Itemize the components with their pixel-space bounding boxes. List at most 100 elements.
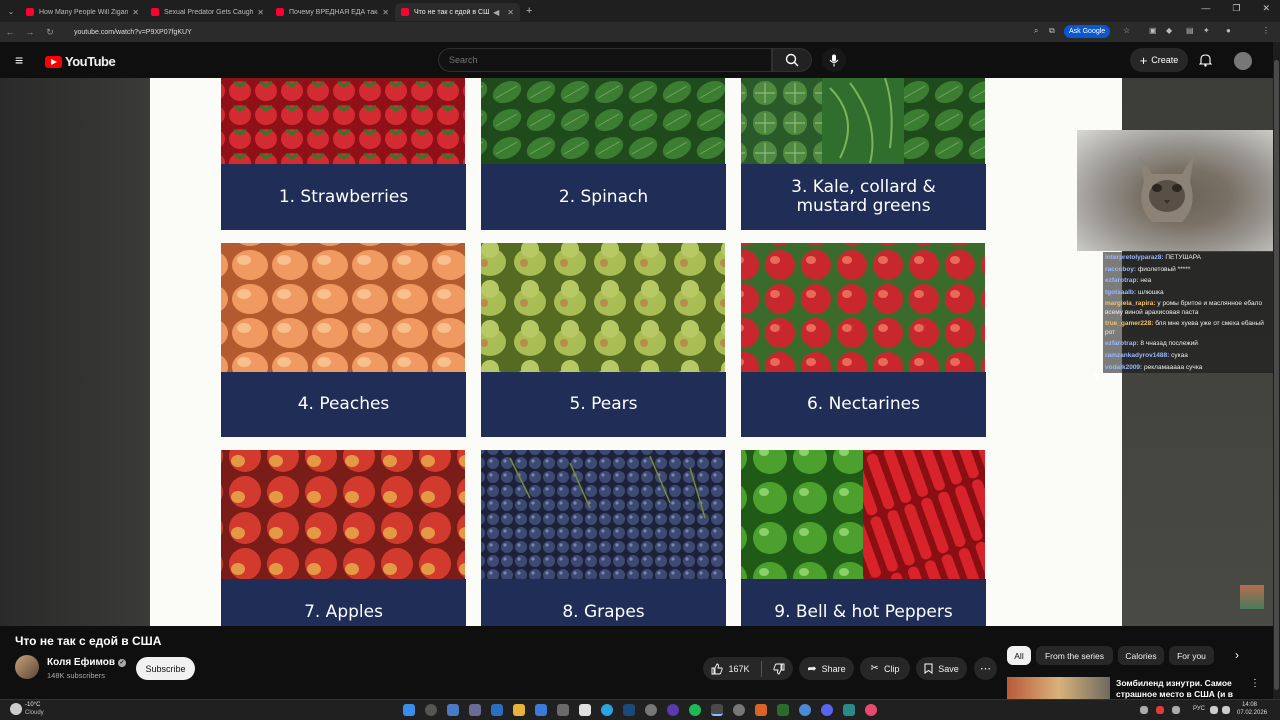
video-player[interactable]: 1. Strawberries 2. Spinach 3. Kale, coll… [0,78,1273,626]
extension-icon[interactable]: ◆ [1166,26,1172,35]
card-label: 9. Bell & hot Peppers [741,579,986,626]
chat-text: неа [1140,277,1152,285]
app-icon[interactable] [557,704,569,716]
app-icon[interactable] [755,704,767,716]
tray-icon[interactable] [1172,706,1180,714]
notifications-bell-icon[interactable] [1198,53,1213,72]
spotify-icon[interactable] [689,704,701,716]
share-button[interactable]: ➦ Share [799,657,854,680]
app-icon[interactable] [777,704,789,716]
channel-name[interactable]: Коля Ефимов [47,657,115,668]
extension-icon[interactable]: ▣ [1149,26,1157,35]
back-icon[interactable]: ← [0,27,20,37]
close-window-icon[interactable]: ✕ [1262,3,1270,14]
related-video-title[interactable]: Зомбиленд изнутри. Самое страшное место … [1116,678,1234,700]
save-button[interactable]: Save [916,657,967,680]
search-button[interactable] [772,48,812,72]
widgets-icon[interactable] [447,704,459,716]
minimize-icon[interactable]: — [1201,3,1210,14]
app-icon[interactable] [491,704,503,716]
subscriber-count: 148K subscribers [47,671,105,680]
tray-icon[interactable] [1156,706,1164,714]
discord-icon[interactable] [821,704,833,716]
save-label: Save [938,663,959,674]
chat-message: ramzankadyrov1488: сукаа [1103,349,1273,362]
voice-search-button[interactable] [822,48,846,72]
app-icon[interactable] [535,704,547,716]
chip-for-you[interactable]: For you [1169,646,1214,665]
profile-icon[interactable]: ● [1226,26,1231,35]
tab-close-icon[interactable]: ✕ [132,8,139,17]
youtube-logo[interactable]: YouTube [45,54,116,69]
chip-from-the-series[interactable]: From the series [1036,646,1113,665]
browser-tab[interactable]: How Many People Will Zigant ✕ [20,3,145,21]
fruit-grid [221,78,985,579]
steam-icon[interactable] [623,704,635,716]
forward-icon[interactable]: → [20,27,40,37]
app-icon[interactable] [645,704,657,716]
browser-tab[interactable]: Почему ВРЕДНАЯ ЕДА такая ✕ [270,3,395,21]
tab-audio-icon[interactable]: ◀ [493,8,499,17]
menu-icon[interactable]: ≡ [15,53,23,67]
kale-image [741,78,985,164]
chat-username: ezfarotrap: [1105,277,1139,285]
clock-date[interactable]: 07.02.2026 [1237,710,1267,716]
extensions-puzzle-icon[interactable]: ✦ [1203,26,1210,35]
volume-icon[interactable] [1222,706,1230,714]
chip-calories[interactable]: Calories [1118,646,1164,665]
browser-menu-icon[interactable]: ⋮ [1262,26,1270,35]
keyboard-language[interactable]: РУС [1193,706,1205,712]
app-icon[interactable] [799,704,811,716]
mini-thumbnail[interactable] [1240,585,1264,609]
related-video-thumbnail[interactable] [1007,677,1110,699]
chrome-icon[interactable] [711,704,723,716]
telegram-icon[interactable] [601,704,613,716]
tab-search-icon[interactable]: ⌄ [2,7,20,16]
tab-close-icon[interactable]: ✕ [382,8,389,17]
chat-username: true_gamer228: [1105,320,1154,328]
zoom-icon[interactable]: ⌕ [1034,26,1038,36]
like-button[interactable]: 167K [711,663,750,675]
file-explorer-icon[interactable] [513,704,525,716]
chip-all[interactable]: All [1007,646,1031,665]
create-button[interactable]: + Create [1130,48,1188,72]
thumbs-down-icon[interactable] [772,663,785,675]
scrollbar-thumb[interactable] [1274,60,1279,690]
maximize-icon[interactable]: ❐ [1232,3,1240,14]
clock-time[interactable]: 14:08 [1242,702,1257,708]
network-icon[interactable] [1210,706,1218,714]
browser-tab-active[interactable]: Что не так с едой в США ◀ ✕ [395,3,520,21]
more-actions-icon[interactable]: ⋯ [974,657,997,680]
app-icon[interactable] [469,704,481,716]
app-icon[interactable] [667,704,679,716]
chevron-right-icon[interactable]: › [1235,648,1239,662]
app-icon[interactable] [733,704,745,716]
clip-button[interactable]: ✂ Clip [860,657,910,680]
calendar-icon[interactable] [579,704,591,716]
app-icon[interactable] [843,704,855,716]
tab-close-icon[interactable]: ✕ [257,8,264,17]
ask-google-button[interactable]: Ask Google [1064,25,1111,38]
url-field[interactable]: youtube.com/watch?v=P9XP07fgKUY [74,29,192,36]
weather-icon[interactable] [10,703,22,715]
search-icon [785,53,799,67]
subscribe-button[interactable]: Subscribe [136,657,195,680]
browser-tab[interactable]: Sexual Predator Gets Caught in ✕ [145,3,270,21]
bookmark-star-icon[interactable]: ☆ [1123,26,1130,35]
chat-text: шлюшка [1137,288,1164,296]
channel-avatar[interactable] [15,655,39,679]
reload-icon[interactable]: ↻ [40,27,60,38]
tray-icon[interactable] [1140,706,1148,714]
music-icon[interactable] [865,704,877,716]
account-avatar[interactable] [1234,52,1252,70]
new-tab-icon[interactable]: + [526,5,532,17]
search-input[interactable] [438,48,772,72]
start-icon[interactable] [403,704,415,716]
channel-name-row[interactable]: Коля Ефимов ✓ [47,657,127,668]
translate-icon[interactable]: ⧉ [1049,26,1055,36]
more-vert-icon[interactable]: ⋮ [1250,678,1260,689]
search-taskbar-icon[interactable] [425,704,437,716]
share-label: Share [821,663,846,674]
tab-close-icon[interactable]: ✕ [507,8,514,17]
extension-icon[interactable]: ▤ [1186,26,1194,35]
